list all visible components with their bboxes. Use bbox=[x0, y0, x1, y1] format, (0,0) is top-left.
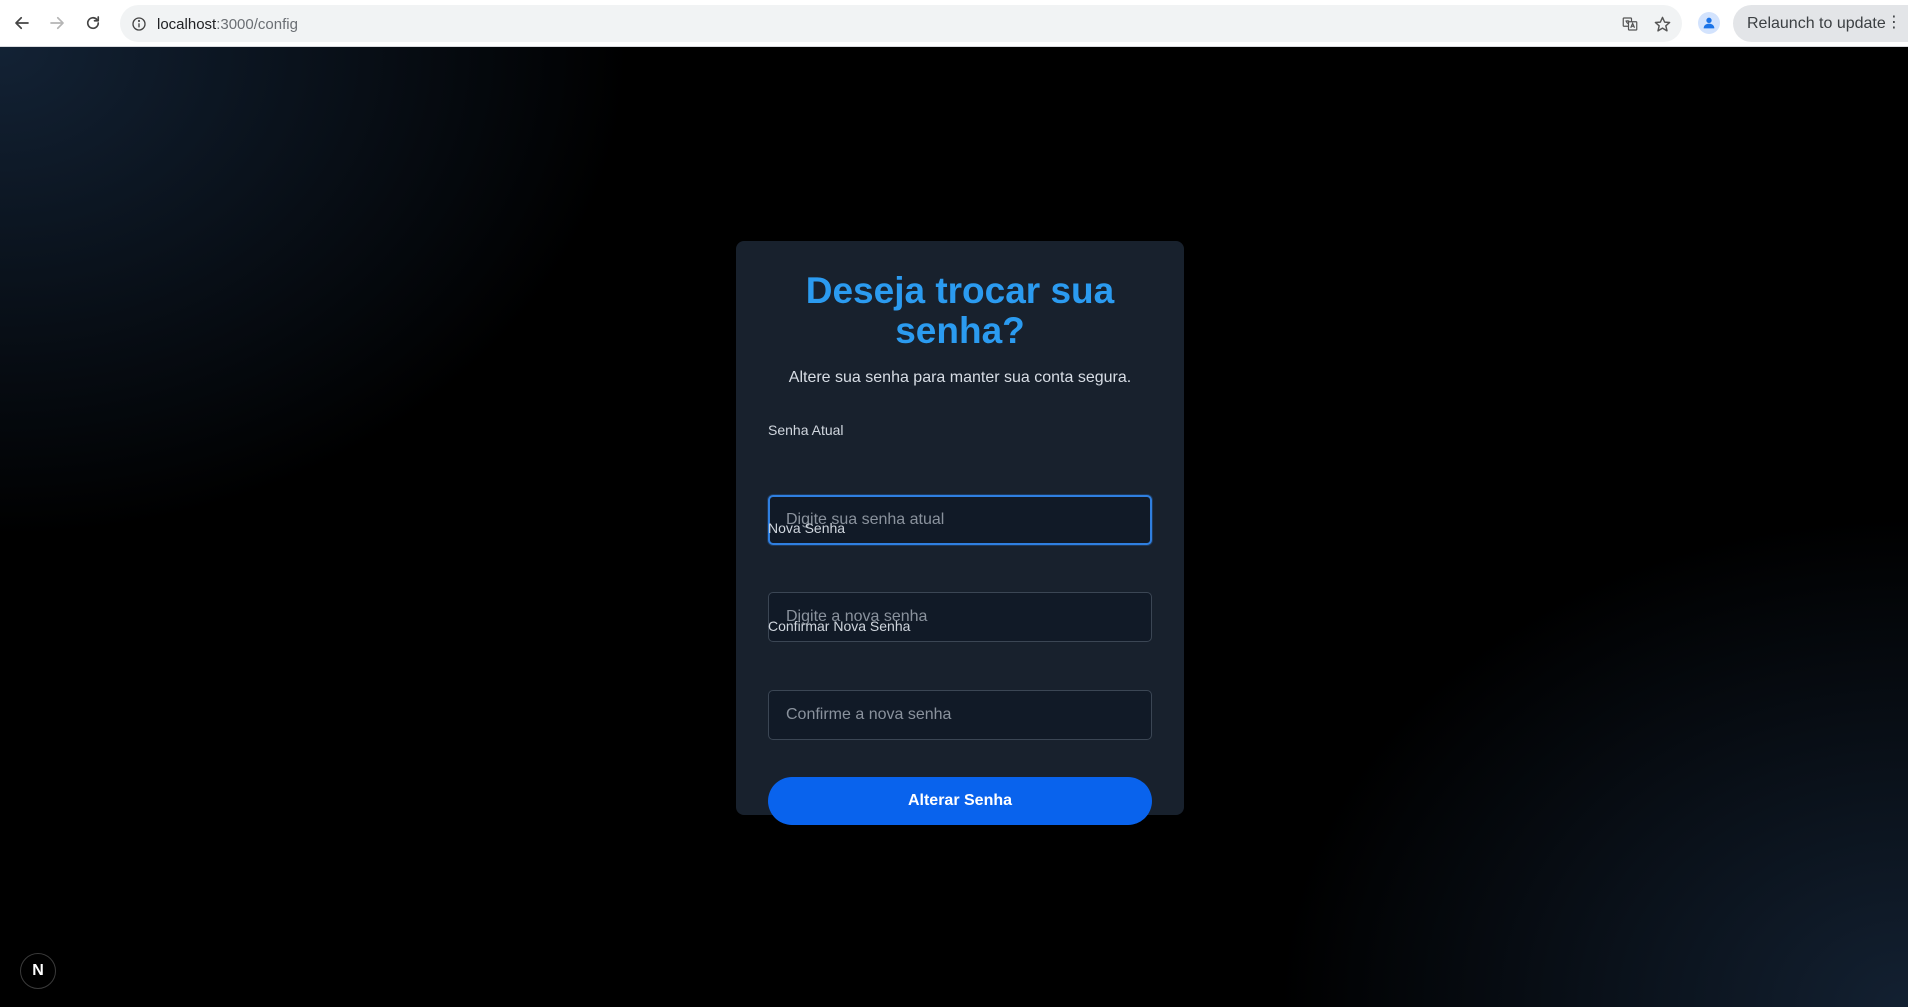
page-background: Deseja trocar sua senha? Altere sua senh… bbox=[0, 47, 1908, 1007]
info-icon[interactable] bbox=[130, 15, 147, 32]
current-password-label: Senha Atual bbox=[768, 422, 844, 438]
reload-button[interactable] bbox=[79, 9, 107, 37]
new-password-input[interactable] bbox=[768, 592, 1152, 642]
relaunch-label: Relaunch to update bbox=[1747, 14, 1886, 32]
arrow-left-icon bbox=[15, 16, 29, 30]
back-button[interactable] bbox=[8, 9, 36, 37]
profile-icon[interactable] bbox=[1698, 12, 1720, 34]
confirm-password-input[interactable] bbox=[768, 690, 1152, 740]
new-password-label: Nova Senha bbox=[768, 520, 846, 536]
translate-icon[interactable] bbox=[1621, 15, 1639, 33]
page-subtitle: Altere sua senha para manter sua conta s… bbox=[788, 369, 1132, 386]
browser-toolbar: localhost:3000/config Relaunch to update… bbox=[0, 0, 1908, 47]
more-vertical-icon[interactable]: ⋮ bbox=[1886, 15, 1902, 31]
relaunch-button[interactable]: Relaunch to update ⋮ bbox=[1733, 5, 1908, 42]
star-icon[interactable] bbox=[1652, 14, 1672, 34]
change-password-card: Deseja trocar sua senha? Altere sua senh… bbox=[736, 241, 1184, 825]
reload-icon bbox=[86, 16, 100, 30]
url-path: :3000/config bbox=[216, 16, 298, 33]
url-host: localhost bbox=[157, 16, 217, 33]
nextjs-dev-badge[interactable]: N bbox=[20, 953, 56, 989]
arrow-right-icon bbox=[50, 16, 64, 30]
forward-button[interactable] bbox=[43, 9, 71, 37]
address-bar[interactable]: localhost:3000/config bbox=[120, 5, 1682, 42]
change-password-button[interactable]: Alterar Senha bbox=[768, 777, 1152, 825]
page-title: Deseja trocar sua senha? bbox=[805, 270, 1115, 351]
confirm-password-label: Confirmar Nova Senha bbox=[768, 618, 911, 634]
url-text[interactable]: localhost:3000/config bbox=[157, 16, 298, 33]
